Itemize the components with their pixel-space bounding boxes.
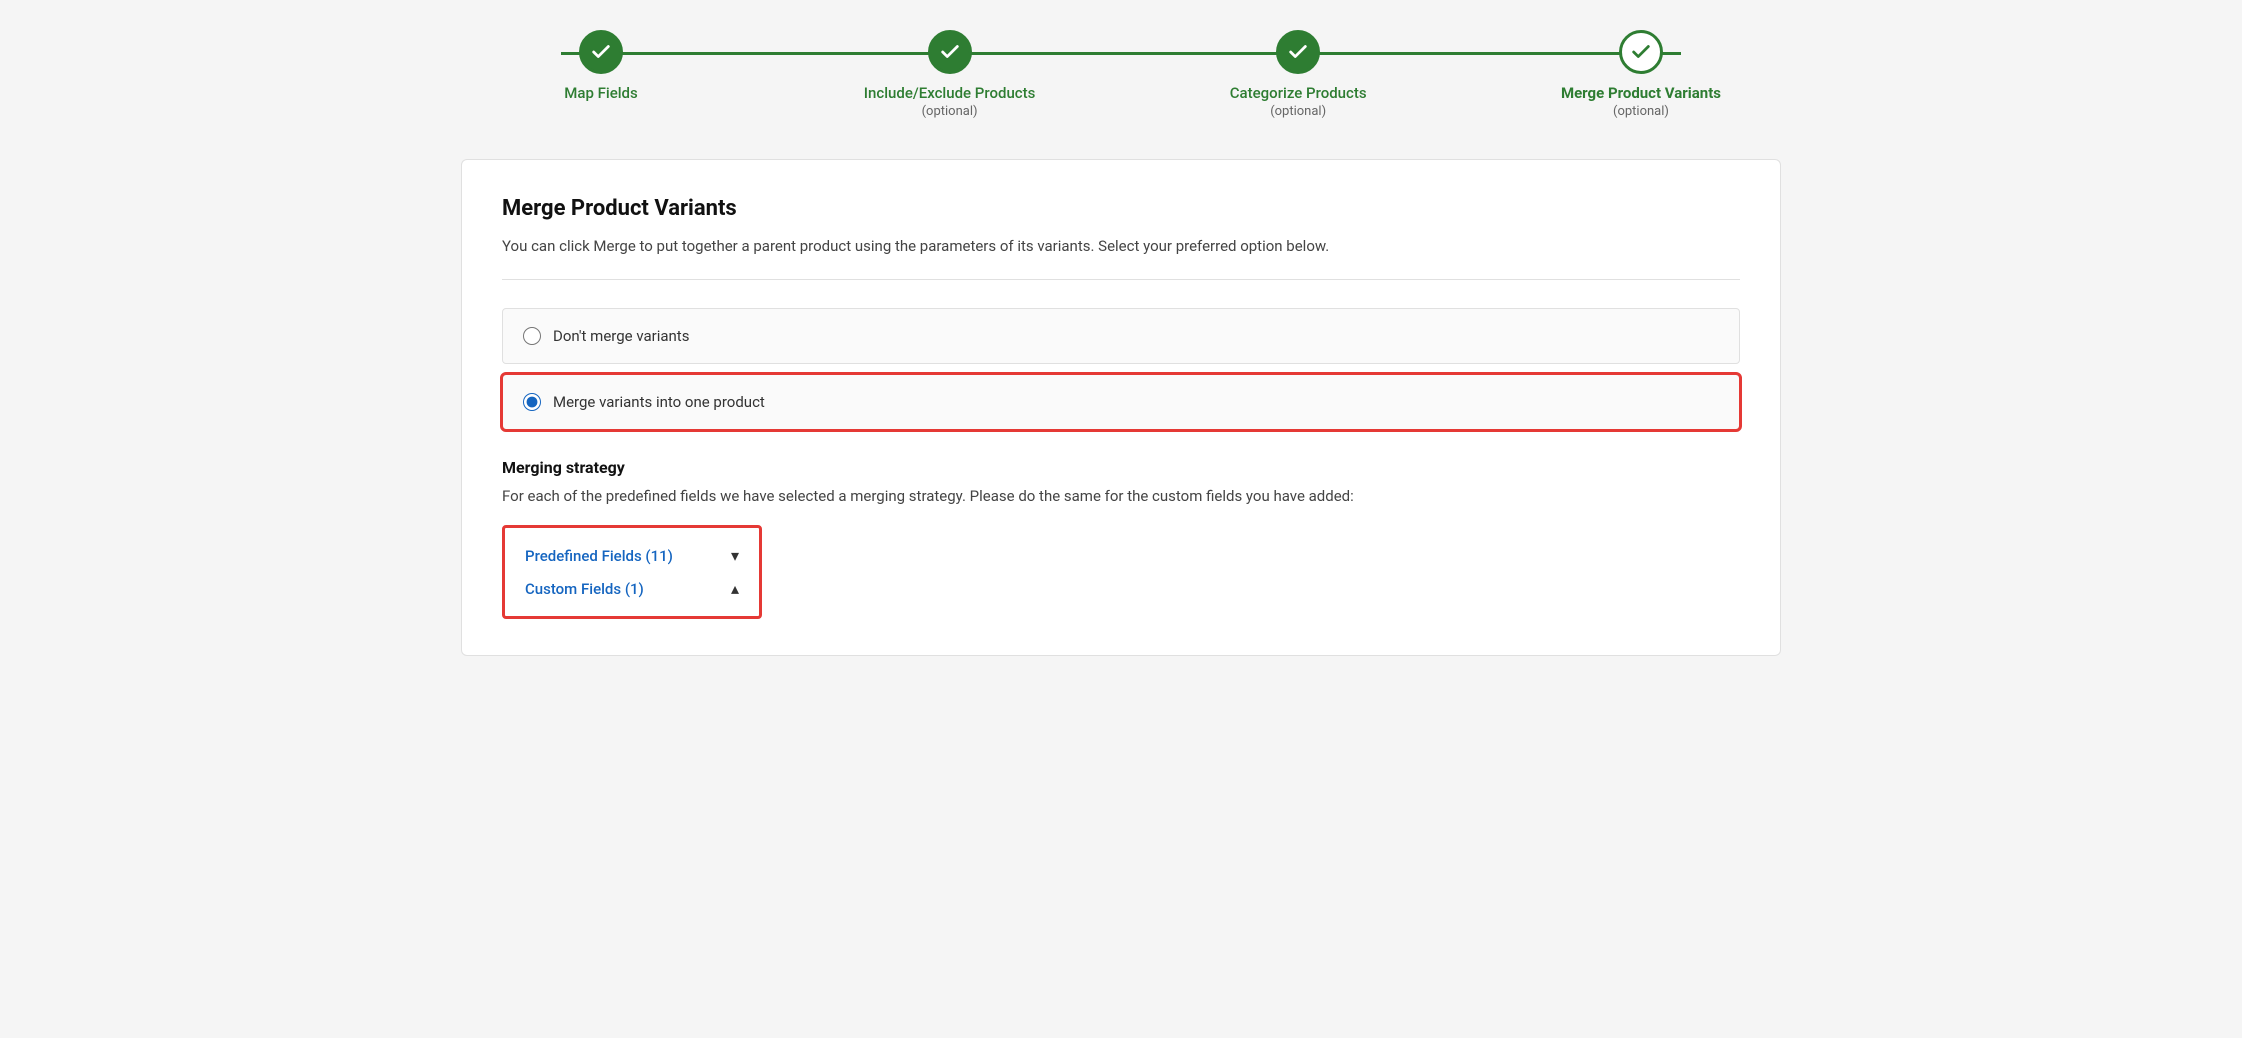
- strategy-title: Merging strategy: [502, 458, 1740, 477]
- radio-input-dont-merge[interactable]: [523, 327, 541, 345]
- check-icon-categorize: [1287, 41, 1309, 63]
- accordion-label-predefined: Predefined Fields (11): [525, 547, 673, 565]
- strategy-description: For each of the predefined fields we hav…: [502, 487, 1740, 505]
- radio-option-merge-into-one[interactable]: Merge variants into one product: [502, 374, 1740, 430]
- radio-input-merge-into-one[interactable]: [523, 393, 541, 411]
- progress-steps: Map Fields Include/Exclude Products (opt…: [461, 30, 1781, 119]
- accordion-icon-custom: ▴: [731, 579, 739, 598]
- accordion-item-custom[interactable]: Custom Fields (1) ▴: [525, 579, 739, 598]
- progress-line: [561, 52, 1681, 55]
- step-sublabel-merge-variants: (optional): [1613, 104, 1669, 119]
- accordion-item-predefined[interactable]: Predefined Fields (11) ▾: [525, 546, 739, 565]
- main-card: Merge Product Variants You can click Mer…: [461, 159, 1781, 656]
- step-circle-merge-variants: [1619, 30, 1663, 74]
- step-label-categorize: Categorize Products: [1230, 84, 1367, 102]
- step-categorize[interactable]: Categorize Products (optional): [1218, 30, 1378, 119]
- accordion-box: Predefined Fields (11) ▾ Custom Fields (…: [502, 525, 762, 619]
- step-map-fields[interactable]: Map Fields: [521, 30, 681, 102]
- step-circle-categorize: [1276, 30, 1320, 74]
- card-description: You can click Merge to put together a pa…: [502, 237, 1740, 255]
- step-include-exclude[interactable]: Include/Exclude Products (optional): [864, 30, 1036, 119]
- check-icon-include-exclude: [939, 41, 961, 63]
- accordion-icon-predefined: ▾: [731, 546, 739, 565]
- step-label-merge-variants: Merge Product Variants: [1561, 84, 1721, 102]
- accordion-label-custom: Custom Fields (1): [525, 580, 644, 598]
- step-merge-variants[interactable]: Merge Product Variants (optional): [1561, 30, 1721, 119]
- divider: [502, 279, 1740, 280]
- step-circle-map-fields: [579, 30, 623, 74]
- check-icon-map-fields: [590, 41, 612, 63]
- radio-label-dont-merge: Don't merge variants: [553, 327, 689, 345]
- step-sublabel-categorize: (optional): [1270, 104, 1326, 119]
- radio-option-dont-merge[interactable]: Don't merge variants: [502, 308, 1740, 364]
- radio-label-merge-into-one: Merge variants into one product: [553, 393, 765, 411]
- step-label-map-fields: Map Fields: [564, 84, 637, 102]
- card-title: Merge Product Variants: [502, 196, 1740, 221]
- check-icon-merge-variants: [1630, 41, 1652, 63]
- step-label-include-exclude: Include/Exclude Products: [864, 84, 1036, 102]
- step-circle-include-exclude: [928, 30, 972, 74]
- step-sublabel-include-exclude: (optional): [922, 104, 978, 119]
